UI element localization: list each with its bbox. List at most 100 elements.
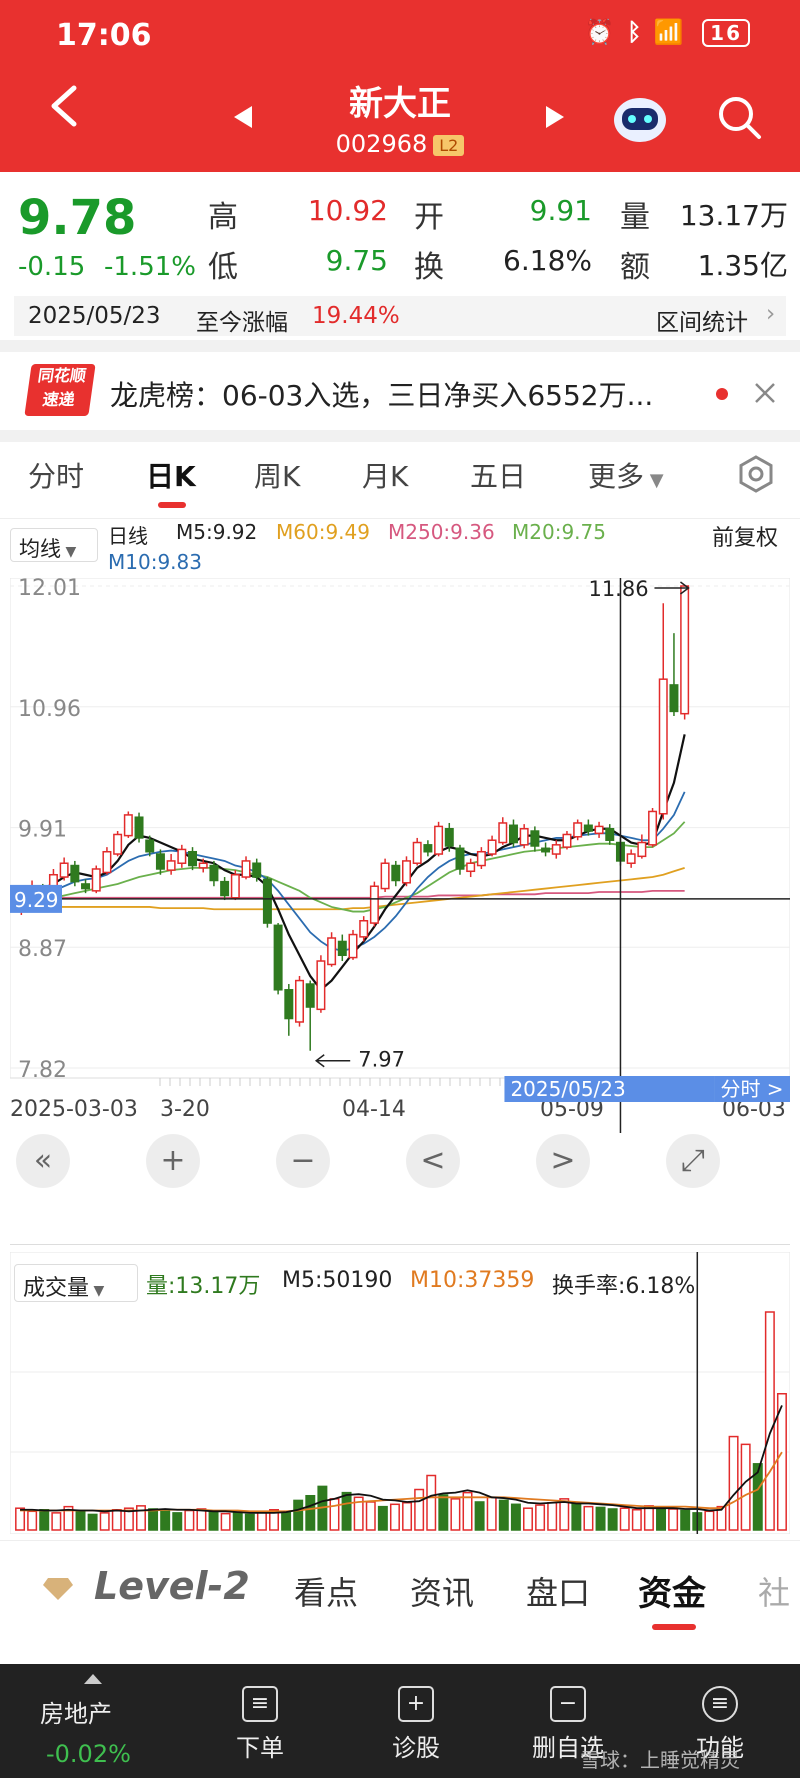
candle-body [519, 827, 529, 846]
order-doc-icon: ≡ [242, 1686, 278, 1722]
volume-bar [196, 1508, 207, 1531]
tab-monthly-k[interactable]: 月K [362, 455, 408, 495]
sector-name[interactable]: 房地产 [40, 1694, 112, 1729]
menu-circle-icon: ≡ [702, 1686, 738, 1722]
dragon-tiger-text[interactable]: 龙虎榜：06-03入选，三日净买入6552万... [110, 374, 700, 414]
y-tick-label: 10.96 [18, 697, 81, 722]
volume-chart[interactable] [10, 1252, 790, 1534]
candle-body [541, 847, 551, 853]
tab-capital[interactable]: 资金 [638, 1566, 706, 1615]
volume-bar [15, 1507, 26, 1531]
range-stats-link[interactable]: 区间统计 [656, 303, 748, 337]
ma-line-m60 [21, 866, 685, 911]
candle-body [476, 850, 486, 867]
robot-assistant-icon[interactable] [612, 92, 668, 144]
place-order-button[interactable]: ≡ 下单 [200, 1686, 320, 1763]
candle-body [423, 844, 433, 853]
y-tick-label: 7.82 [18, 1058, 67, 1083]
tab-intraday[interactable]: 分时 [28, 455, 84, 495]
tab-daily-k[interactable]: 日K [146, 455, 196, 495]
caret-up-icon [84, 1674, 102, 1684]
settings-hex-icon[interactable] [736, 454, 776, 494]
adjust-mode[interactable]: 前复权 [712, 520, 778, 552]
candle-body [391, 864, 401, 882]
volume-bar [172, 1512, 183, 1531]
zoom-in-button[interactable]: + [146, 1134, 200, 1188]
candle-body [605, 827, 615, 841]
min-price-label: 7.97 [358, 1048, 405, 1072]
y-tick-label: 9.91 [18, 818, 67, 843]
ma-selector[interactable]: 均线 ▼ [10, 528, 98, 562]
candle-body [648, 810, 658, 846]
candle-body [508, 824, 518, 844]
range-stats-bar[interactable]: 2025/05/23 至今涨幅 19.44% 区间统计 › [14, 296, 786, 336]
stock-code-text: 002968 [335, 130, 428, 158]
ma-line-m10 [21, 791, 686, 952]
volume-bar [547, 1502, 558, 1531]
volume-bar [426, 1474, 437, 1531]
candle-body [230, 873, 240, 899]
candle-body [444, 827, 454, 847]
next-stock-icon[interactable] [544, 104, 566, 130]
candle-body [337, 940, 347, 957]
divider [0, 430, 800, 442]
tab-news[interactable]: 资讯 [410, 1568, 474, 1614]
volume-bar [583, 1505, 594, 1531]
next-candle-button[interactable]: > [536, 1134, 590, 1188]
tab-level2[interactable]: Level-2 [94, 1564, 250, 1608]
tab-highlights[interactable]: 看点 [294, 1568, 358, 1614]
candle-body [220, 880, 230, 897]
tab-weekly-k[interactable]: 周K [254, 455, 300, 495]
close-icon[interactable] [752, 380, 778, 406]
ma-selector-label: 均线 [19, 537, 61, 561]
zoom-out-button[interactable]: − [276, 1134, 330, 1188]
prev-candle-button[interactable]: < [406, 1134, 460, 1188]
volume-bar [559, 1498, 570, 1531]
search-icon[interactable] [716, 94, 764, 142]
high-label: 高 [208, 200, 238, 235]
amount-label: 额 [620, 250, 650, 285]
volume-bar [619, 1507, 630, 1531]
tab-five-day[interactable]: 五日 [470, 455, 526, 495]
candle-body [530, 830, 540, 847]
volume-bar [87, 1513, 98, 1531]
candle-body [498, 822, 508, 844]
candle-body [145, 839, 155, 853]
candle-body [113, 833, 123, 855]
y-tick-label: 12.01 [18, 578, 81, 601]
volume-bar [75, 1509, 86, 1531]
candle-body [284, 989, 294, 1020]
place-order-label: 下单 [236, 1734, 284, 1762]
period-label: 日线 [108, 524, 148, 548]
fullscreen-button[interactable]: ⤢ [666, 1134, 720, 1188]
sector-change: -0.02% [46, 1740, 131, 1768]
tab-order-book[interactable]: 盘口 [526, 1568, 590, 1614]
volume-ma10-line [20, 1451, 783, 1513]
candle-body [380, 862, 390, 890]
candle-body [198, 862, 208, 869]
volume-bar [643, 1505, 654, 1531]
candle-body [583, 824, 593, 832]
active-tab-indicator [158, 502, 186, 508]
diagnose-icon: + [398, 1686, 434, 1722]
candle-body [573, 822, 583, 838]
volume-bar [293, 1499, 304, 1531]
candle-body [637, 841, 647, 858]
crosshair-date-label: 2025/05/23 [510, 1077, 625, 1101]
diagnose-button[interactable]: + 诊股 [356, 1686, 476, 1763]
candlestick-chart[interactable]: 12.01 10.96 9.91 8.87 7.82 9.29 11.86 7.97 2025-… [10, 578, 790, 1190]
candle-body [252, 862, 262, 878]
divider [0, 518, 800, 519]
volume-bar [535, 1504, 546, 1531]
candle-body [81, 883, 91, 890]
tab-community[interactable]: 社 [758, 1568, 790, 1614]
range-gain-value: 19.44% [312, 303, 400, 329]
tab-more[interactable]: 更多 ▼ [588, 455, 664, 495]
candle-body [594, 825, 604, 835]
ma20-label: M20:9.75 [512, 520, 606, 544]
rewind-button[interactable]: « [16, 1134, 70, 1188]
candle-body [123, 814, 133, 837]
caret-down-icon: ▼ [61, 544, 77, 560]
candle-body [295, 979, 305, 1023]
volume-bar [232, 1512, 243, 1531]
